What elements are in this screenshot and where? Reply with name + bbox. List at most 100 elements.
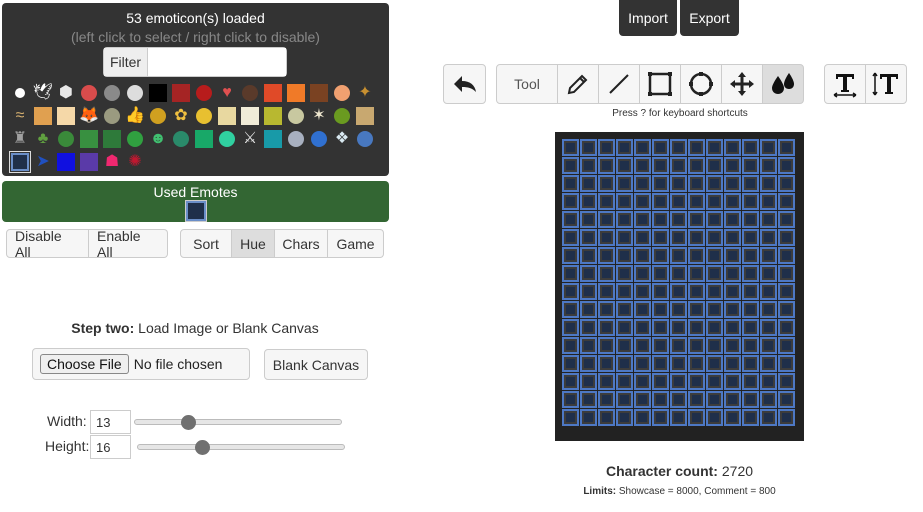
canvas-cell[interactable] [760,157,777,174]
canvas-cell[interactable] [616,409,633,426]
canvas-cell[interactable] [670,211,687,228]
canvas-cell[interactable] [580,211,597,228]
canvas-cell[interactable] [634,301,651,318]
canvas-cell[interactable] [778,265,795,282]
canvas-cell[interactable] [580,283,597,300]
canvas-cell[interactable] [580,193,597,210]
canvas-cell[interactable] [742,265,759,282]
canvas-cell[interactable] [760,247,777,264]
brown-square-emote[interactable] [309,83,329,103]
canvas-cell[interactable] [598,157,615,174]
canvas-cell[interactable] [634,283,651,300]
panda-emote[interactable] [125,83,145,103]
canvas-cell[interactable] [742,283,759,300]
canvas-cell[interactable] [562,265,579,282]
blue-creature-emote[interactable] [355,129,375,149]
parchment-emote[interactable] [217,106,237,126]
text-width-button[interactable] [824,64,866,104]
canvas-cell[interactable] [652,175,669,192]
canvas-cell[interactable] [634,355,651,372]
pencil-tool-button[interactable] [557,64,599,104]
red-swirl-emote[interactable] [194,83,214,103]
grey-ball-emote[interactable] [102,106,122,126]
canvas-cell[interactable] [778,229,795,246]
canvas-cell[interactable] [670,247,687,264]
canvas-cell[interactable] [778,193,795,210]
canvas-cell[interactable] [778,157,795,174]
canvas-cell[interactable] [706,211,723,228]
canvas-cell[interactable] [634,337,651,354]
canvas-cell[interactable] [670,265,687,282]
canvas-cell[interactable] [634,157,651,174]
canvas-cell[interactable] [706,247,723,264]
canvas-cell[interactable] [688,265,705,282]
mint-circle-emote[interactable] [217,129,237,149]
canvas-cell[interactable] [724,139,741,156]
canvas-cell[interactable] [778,139,795,156]
fox-emote[interactable]: 🦊 [79,106,99,126]
canvas-cell[interactable] [634,211,651,228]
white-bird-emote[interactable]: 🕊 [33,83,53,103]
canvas-cell[interactable] [634,265,651,282]
canvas-cell[interactable] [598,247,615,264]
dark-green-square-emote[interactable] [102,129,122,149]
canvas-cell[interactable] [724,193,741,210]
filter-input[interactable] [148,48,286,76]
canvas-cell[interactable] [706,301,723,318]
canvas-cell[interactable] [562,211,579,228]
canvas-cell[interactable] [706,265,723,282]
canvas-cell[interactable] [706,391,723,408]
canvas-cell[interactable] [742,355,759,372]
canvas-cell[interactable] [760,319,777,336]
chars-button[interactable]: Chars [275,229,328,258]
canvas-cell[interactable] [760,283,777,300]
canvas-cell[interactable] [580,409,597,426]
canvas-cell[interactable] [598,301,615,318]
canvas-cell[interactable] [562,355,579,372]
dark-red-square-emote[interactable] [171,83,191,103]
canvas-cell[interactable] [670,391,687,408]
canvas-cell[interactable] [652,355,669,372]
canvas-cell[interactable] [706,157,723,174]
canvas-cell[interactable] [760,373,777,390]
canvas-cell[interactable] [742,409,759,426]
canvas-cell[interactable] [580,229,597,246]
white-cube-emote[interactable]: ⬢ [56,83,76,103]
canvas-cell[interactable] [616,247,633,264]
black-square-emote[interactable] [148,83,168,103]
canvas-cell[interactable] [616,391,633,408]
canvas-cell[interactable] [562,157,579,174]
canvas-cell[interactable] [760,391,777,408]
duck-emote[interactable]: ✿ [171,106,191,126]
canvas-cell[interactable] [778,175,795,192]
canvas-cell[interactable] [580,319,597,336]
canvas-cell[interactable] [580,373,597,390]
canvas-cell[interactable] [652,337,669,354]
canvas-cell[interactable] [706,373,723,390]
canvas-cell[interactable] [580,391,597,408]
canvas-cell[interactable] [562,139,579,156]
canvas-cell[interactable] [580,247,597,264]
undo-button[interactable] [443,64,486,104]
canvas-cell[interactable] [652,373,669,390]
beetle-emote[interactable]: ✦ [355,83,375,103]
canvas-cell[interactable] [598,193,615,210]
canvas-cell[interactable] [652,265,669,282]
yellow-circle-emote[interactable] [194,106,214,126]
canvas-cell[interactable] [724,373,741,390]
file-input[interactable]: Choose File No file chosen [32,348,250,380]
canvas-cell[interactable] [778,373,795,390]
canvas-cell[interactable] [670,283,687,300]
width-input[interactable] [90,410,131,434]
canvas-cell[interactable] [562,301,579,318]
import-button[interactable]: Import [619,0,677,36]
canvas-cell[interactable] [598,211,615,228]
canvas-cell[interactable] [652,301,669,318]
canvas-cell[interactable] [616,211,633,228]
peach-circle-emote[interactable] [332,83,352,103]
gear-emote[interactable] [286,106,306,126]
fill-tool-button[interactable] [762,64,804,104]
canvas-cell[interactable] [598,409,615,426]
canvas-cell[interactable] [688,157,705,174]
canvas-cell[interactable] [706,229,723,246]
